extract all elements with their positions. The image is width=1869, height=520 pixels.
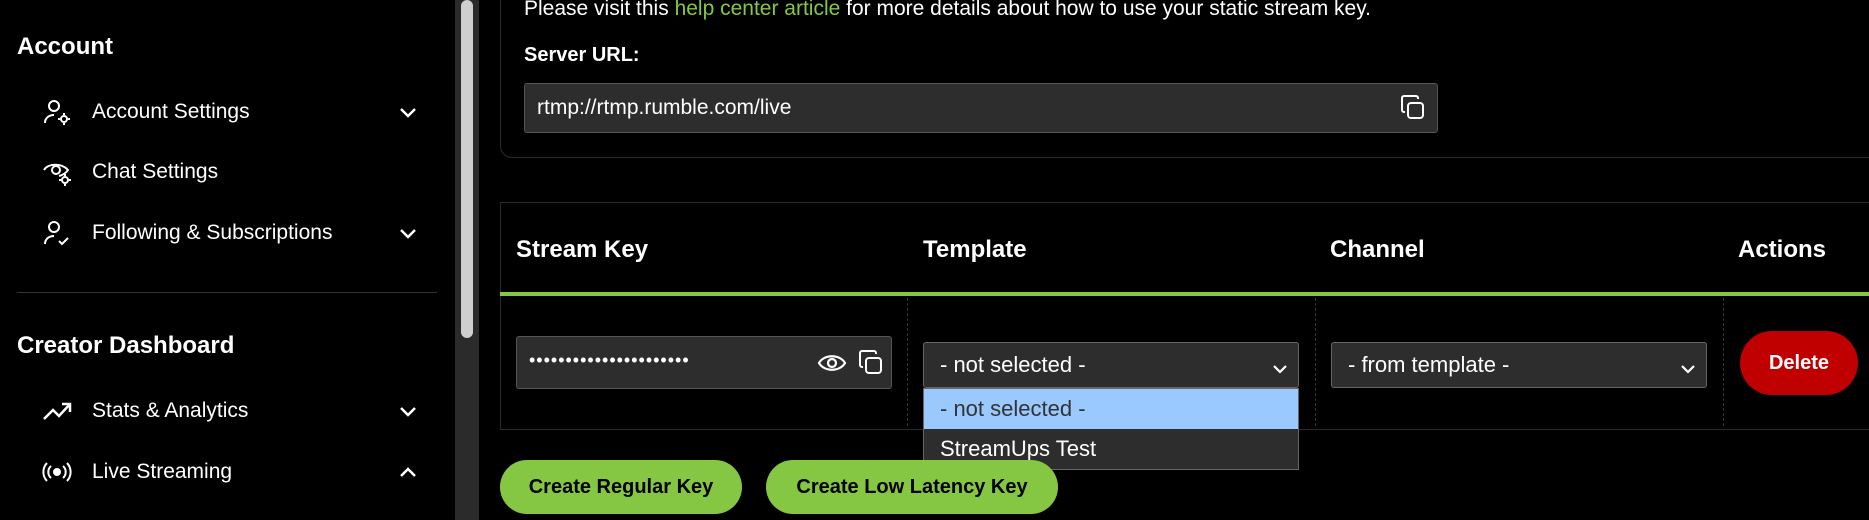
help-info-text: Please visit this help center article fo… <box>524 0 1371 21</box>
template-select[interactable]: - not selected - <box>923 342 1299 388</box>
template-selected-value: - not selected - <box>940 352 1086 377</box>
info-prefix: Please visit this <box>524 0 675 20</box>
sidebar-item-label: Live Streaming <box>92 460 233 483</box>
channel-select[interactable]: - from template - <box>1331 342 1707 388</box>
sidebar-item-chat-settings[interactable]: Chat Settings <box>40 150 420 194</box>
broadcast-icon <box>40 455 74 489</box>
server-url-field[interactable]: rtmp://rtmp.rumble.com/live <box>524 83 1438 133</box>
eye-gear-icon <box>40 155 74 189</box>
column-header-template: Template <box>923 236 1027 263</box>
chevron-down-icon <box>1680 356 1696 382</box>
sidebar: Account Account Settings Chat Settings F… <box>0 0 455 520</box>
column-divider <box>1723 298 1724 426</box>
copy-icon[interactable] <box>1399 94 1427 128</box>
column-divider <box>907 298 908 426</box>
user-gear-icon <box>40 95 74 129</box>
sidebar-item-stats-analytics[interactable]: Stats & Analytics <box>40 389 420 433</box>
chevron-down-icon[interactable] <box>396 100 420 124</box>
chevron-down-icon[interactable] <box>396 221 420 245</box>
stream-key-masked: •••••••••••••••••••••• <box>529 350 690 370</box>
account-section-title: Account <box>17 33 113 60</box>
chevron-down-icon[interactable] <box>396 399 420 423</box>
trending-up-icon <box>40 394 74 428</box>
delete-button[interactable]: Delete <box>1740 331 1858 395</box>
user-check-icon <box>40 216 74 250</box>
sidebar-item-label: Following & Subscriptions <box>92 221 333 244</box>
column-header-stream-key: Stream Key <box>516 236 649 263</box>
dropdown-option[interactable]: - not selected - <box>924 389 1298 429</box>
server-info-card <box>500 0 1869 158</box>
template-dropdown-list: - not selected - StreamUps Test <box>923 388 1299 470</box>
sidebar-item-label: Account Settings <box>92 100 250 123</box>
eye-icon[interactable] <box>817 350 847 381</box>
create-low-latency-key-button[interactable]: Create Low Latency Key <box>766 460 1058 514</box>
sidebar-item-label: Chat Settings <box>92 160 219 183</box>
channel-selected-value: - from template - <box>1348 352 1510 377</box>
help-center-link[interactable]: help center article <box>675 0 841 20</box>
info-suffix: for more details about how to use your s… <box>840 0 1372 20</box>
chevron-up-icon[interactable] <box>396 460 420 484</box>
create-regular-key-button[interactable]: Create Regular Key <box>500 460 742 514</box>
sidebar-scrollbar-thumb[interactable] <box>461 0 473 338</box>
sidebar-divider <box>17 292 437 293</box>
sidebar-item-account-settings[interactable]: Account Settings <box>40 90 420 134</box>
table-header-underline <box>500 292 1869 296</box>
sidebar-item-label: Stats & Analytics <box>92 399 249 422</box>
sidebar-item-following-subscriptions[interactable]: Following & Subscriptions <box>40 211 420 255</box>
sidebar-item-live-streaming[interactable]: Live Streaming <box>40 450 420 494</box>
creator-dashboard-title: Creator Dashboard <box>17 332 235 359</box>
column-divider <box>1315 298 1316 426</box>
chevron-down-icon <box>1272 356 1288 382</box>
server-url-value: rtmp://rtmp.rumble.com/live <box>537 96 792 119</box>
column-header-channel: Channel <box>1330 236 1425 263</box>
column-header-actions: Actions <box>1738 236 1827 263</box>
stream-key-field[interactable]: •••••••••••••••••••••• <box>516 336 892 389</box>
server-url-label: Server URL: <box>524 44 640 66</box>
copy-icon[interactable] <box>857 349 885 382</box>
